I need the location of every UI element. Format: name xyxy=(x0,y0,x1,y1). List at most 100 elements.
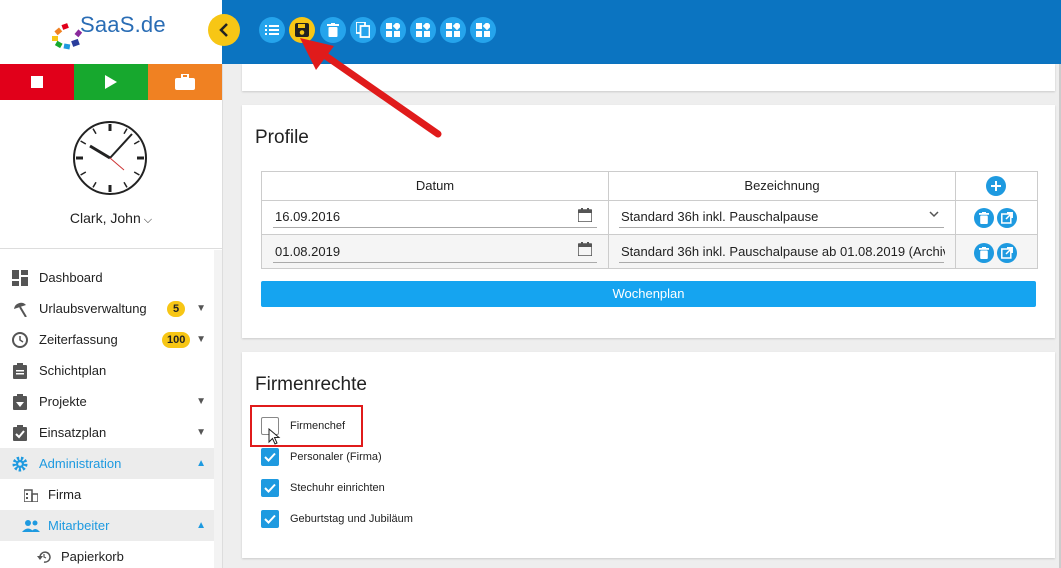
datum-input[interactable]: 16.09.2016 xyxy=(275,209,340,224)
chevron-up-icon: ▲ xyxy=(196,458,206,469)
sidebar: SaaS.de Clark, John ⌵ Dashboard Urlaubsv… xyxy=(0,0,223,568)
firmenchef-highlight-box xyxy=(250,405,363,447)
sidebar-item-papierkorb[interactable]: Papierkorb xyxy=(0,541,214,568)
sidebar-item-label: Urlaubsverwaltung xyxy=(39,301,147,316)
checkmark-icon xyxy=(264,514,276,524)
chevron-down-icon: ▼ xyxy=(196,427,206,438)
clipboard-arrow-icon xyxy=(11,393,29,411)
sidebar-item-einsatzplan[interactable]: Einsatzplan ▼ xyxy=(0,417,214,448)
play-icon xyxy=(105,75,117,89)
delete-row-button[interactable] xyxy=(974,243,994,263)
sidebar-collapse-button[interactable] xyxy=(208,14,240,46)
list-button[interactable] xyxy=(259,17,285,43)
rights-card: Firmenrechte Firmenchef Personaler (Firm… xyxy=(242,352,1055,558)
annotation-arrow-icon xyxy=(300,38,442,138)
chevron-down-icon: ⌵ xyxy=(143,214,153,226)
clock-outline-icon xyxy=(11,331,29,349)
sidebar-item-mitarbeiter[interactable]: Mitarbeiter ▲ xyxy=(0,510,214,541)
building-icon xyxy=(22,486,40,504)
logo-text: SaaS.de xyxy=(80,12,166,37)
widget-button[interactable] xyxy=(470,17,496,43)
datum-underline xyxy=(273,262,597,263)
divider xyxy=(608,172,609,268)
rights-title: Firmenrechte xyxy=(255,374,367,395)
sidebar-item-urlaubsverwaltung[interactable]: Urlaubsverwaltung 5 ▼ xyxy=(0,293,214,324)
chevron-up-icon: ▲ xyxy=(196,520,206,531)
checkbox[interactable] xyxy=(261,479,279,497)
chevron-down-icon: ▼ xyxy=(196,334,206,345)
checkbox-label: Personaler (Firma) xyxy=(290,451,382,463)
timer-controls xyxy=(0,64,222,100)
datum-input[interactable]: 01.08.2019 xyxy=(275,244,340,259)
bezeichnung-underline xyxy=(619,262,944,263)
bezeichnung-select[interactable]: Standard 36h inkl. Pauschalpause xyxy=(621,209,818,224)
profile-table: Datum Bezeichnung 16.09.2016 Standard 36… xyxy=(261,171,1038,269)
clipboard-check-icon xyxy=(11,424,29,442)
checkbox-geburtstag[interactable]: Geburtstag und Jubiläum xyxy=(261,509,413,529)
sidebar-scrollbar[interactable] xyxy=(214,250,222,568)
chevron-left-icon xyxy=(219,23,228,37)
edit-row-button[interactable] xyxy=(997,208,1017,228)
trash-icon xyxy=(979,247,989,259)
bezeichnung-select[interactable]: Standard 36h inkl. Pauschalpause ab 01.0… xyxy=(621,244,945,259)
chevron-down-icon: ▼ xyxy=(196,396,206,407)
trash-icon xyxy=(979,212,989,224)
calendar-icon[interactable] xyxy=(578,208,592,222)
sidebar-item-label: Firma xyxy=(48,487,82,502)
sidebar-nav: Dashboard Urlaubsverwaltung 5 ▼ Zeiterfa… xyxy=(0,262,214,568)
start-button[interactable] xyxy=(74,64,148,100)
wochenplan-button[interactable]: Wochenplan xyxy=(261,281,1036,307)
sidebar-item-schichtplan[interactable]: Schichtplan xyxy=(0,355,214,386)
column-header-bezeichnung: Bezeichnung xyxy=(744,178,820,193)
time-count-badge: 100 xyxy=(162,331,191,348)
divider xyxy=(262,200,1037,201)
calendar-icon[interactable] xyxy=(578,242,592,256)
beach-umbrella-icon xyxy=(11,300,29,318)
sidebar-item-label: Papierkorb xyxy=(61,549,124,564)
stop-icon xyxy=(31,76,43,88)
widgets-icon xyxy=(476,23,490,37)
vacation-count-badge: 5 xyxy=(167,300,185,317)
column-header-datum: Datum xyxy=(415,178,455,193)
project-button[interactable] xyxy=(148,64,222,100)
checkmark-icon xyxy=(264,483,276,493)
sidebar-item-label: Einsatzplan xyxy=(39,425,107,440)
dashboard-icon xyxy=(11,269,29,287)
chevron-down-icon[interactable] xyxy=(929,211,939,218)
bezeichnung-underline xyxy=(619,227,944,228)
checkbox[interactable] xyxy=(261,448,279,466)
gear-icon xyxy=(11,455,29,473)
sidebar-item-label: Dashboard xyxy=(39,270,103,285)
list-icon xyxy=(265,25,279,35)
add-profile-button[interactable] xyxy=(986,176,1006,196)
user-menu[interactable]: Clark, John ⌵ xyxy=(0,210,222,227)
user-name: Clark, John xyxy=(69,210,141,226)
clock-icon xyxy=(73,121,147,195)
checkbox-stechuhr[interactable]: Stechuhr einrichten xyxy=(261,478,385,498)
open-in-new-icon xyxy=(1001,247,1013,259)
edit-row-button[interactable] xyxy=(997,243,1017,263)
sidebar-item-administration[interactable]: Administration ▲ xyxy=(0,448,214,479)
briefcase-icon xyxy=(175,74,195,90)
plus-icon xyxy=(991,181,1001,191)
stop-button[interactable] xyxy=(0,64,74,100)
sidebar-item-zeiterfassung[interactable]: Zeiterfassung 100 ▼ xyxy=(0,324,214,355)
restore-icon xyxy=(35,548,53,566)
sidebar-item-label: Administration xyxy=(39,456,122,471)
sidebar-item-projekte[interactable]: Projekte ▼ xyxy=(0,386,214,417)
open-in-new-icon xyxy=(1001,212,1013,224)
checkbox-personaler[interactable]: Personaler (Firma) xyxy=(261,447,382,467)
logo[interactable]: SaaS.de xyxy=(0,0,222,64)
sidebar-item-dashboard[interactable]: Dashboard xyxy=(0,262,214,293)
chevron-down-icon: ▼ xyxy=(196,303,206,314)
people-icon xyxy=(22,517,40,535)
sidebar-item-firma[interactable]: Firma xyxy=(0,479,214,510)
logo-mark-icon xyxy=(52,23,82,50)
sidebar-item-label: Zeiterfassung xyxy=(39,332,118,347)
delete-row-button[interactable] xyxy=(974,208,994,228)
sidebar-item-label: Projekte xyxy=(39,394,87,409)
datum-underline xyxy=(273,227,597,228)
checkbox-label: Geburtstag und Jubiläum xyxy=(290,513,413,525)
checkbox[interactable] xyxy=(261,510,279,528)
checkmark-icon xyxy=(264,452,276,462)
